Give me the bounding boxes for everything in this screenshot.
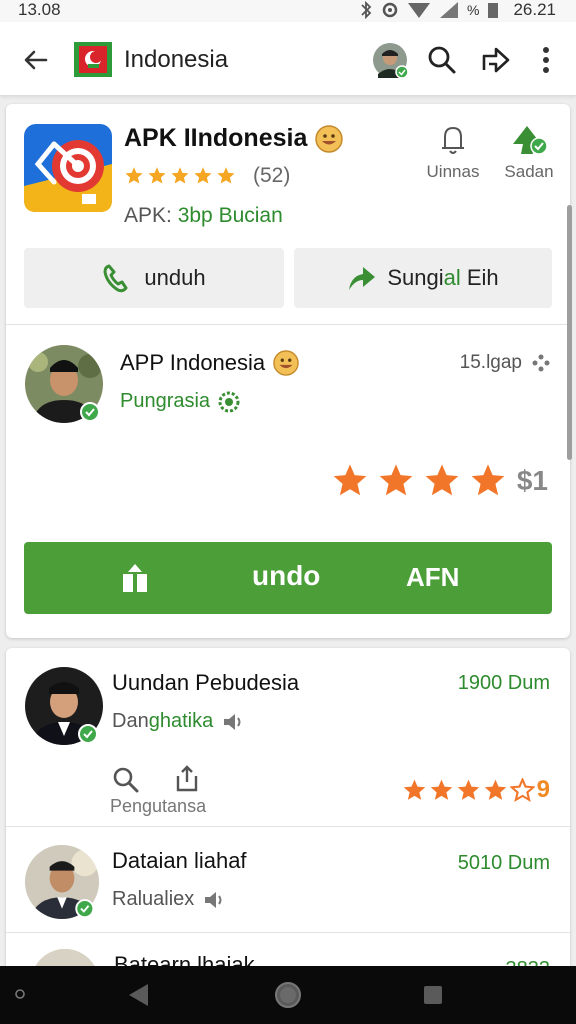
featured-rating: $1 [331, 462, 548, 500]
app-icon[interactable] [24, 124, 112, 212]
apk-info: APK: 3bp Bucian [124, 204, 283, 228]
list-avatar[interactable] [24, 844, 100, 920]
smile-emoji-icon [315, 124, 344, 153]
bell-icon [442, 126, 464, 154]
avatar[interactable] [372, 42, 408, 78]
save-action[interactable]: Sadan [494, 124, 564, 182]
star-icon [425, 464, 459, 496]
rating-count: (52) [253, 164, 291, 187]
app-detail-card: APK IIndonesia (52) APK: 3bp Bucian Uinn… [6, 104, 570, 638]
uninstall-action[interactable]: Uinnas [418, 124, 488, 182]
apk-value: 3bp Bucian [177, 204, 283, 227]
star-icon [217, 167, 235, 184]
featured-avatar[interactable] [24, 344, 104, 424]
battery-percent: % [467, 2, 480, 18]
list-avatar[interactable] [24, 666, 104, 746]
apk-label: APK: [124, 204, 172, 227]
star-icon [148, 167, 166, 184]
back-arrow-icon[interactable] [20, 44, 52, 76]
list-item-action-label: Pengutansa [110, 796, 207, 816]
save-label: Sadan [504, 162, 554, 181]
page-title: Indonesia [124, 46, 229, 73]
star-icon [125, 167, 143, 184]
nav-dot-icon [15, 989, 25, 999]
app-title-text: APK IIndonesia [124, 124, 308, 152]
nav-home-icon[interactable] [274, 980, 302, 1010]
app-rating: (52) [124, 164, 290, 188]
system-nav-bar [0, 966, 576, 1024]
nav-recents-icon[interactable] [422, 984, 444, 1006]
share-up-icon[interactable] [174, 764, 200, 792]
star-icon [471, 464, 505, 496]
star-icon [171, 167, 189, 184]
list-item-rating-label: 9 [536, 776, 550, 803]
nav-back-icon[interactable] [126, 982, 150, 1008]
list-item-sub: Ralualiex [112, 888, 224, 911]
featured-rating-label: $1 [516, 465, 548, 496]
star-icon [430, 779, 452, 800]
star-icon [194, 167, 212, 184]
list-item-name: Uundan Pebudesia [112, 670, 300, 695]
share-app-button[interactable]: Sungial Eih [294, 248, 552, 308]
undo-label: undo [252, 560, 321, 591]
bluetooth-icon [361, 1, 372, 19]
star-icon [457, 779, 479, 800]
list-item-price: 5010 Dum [457, 852, 550, 874]
search-icon[interactable] [426, 44, 458, 76]
wifi-icon [408, 3, 430, 18]
share-icon[interactable] [480, 44, 512, 76]
featured-meta-text: 15.lgap [459, 352, 522, 373]
status-bar: 13.08 % 26.21 [0, 0, 576, 22]
featured-subtitle-text: Pungrasia [120, 390, 211, 412]
featured-meta: 15.lgap [460, 352, 550, 374]
divider [6, 324, 570, 325]
phone-icon [103, 264, 128, 293]
list-item-stars [402, 777, 535, 803]
app-title: APK IIndonesia [124, 124, 344, 153]
divider [6, 932, 570, 933]
download-label: unduh [144, 265, 206, 290]
rating-stars [124, 166, 236, 186]
list-item-sub: Danghatika [112, 710, 243, 733]
star-icon [403, 779, 425, 800]
search-icon[interactable] [112, 766, 140, 794]
undo-button[interactable]: undo AFN [24, 542, 552, 614]
battery-icon [488, 3, 499, 18]
status-time: 13.08 [18, 0, 61, 19]
featured-stars [331, 462, 507, 500]
gear-badge-icon [218, 391, 240, 412]
flag-icon [74, 42, 112, 77]
smile-emoji-icon [273, 350, 299, 376]
star-icon [509, 777, 535, 802]
gift-icon [123, 564, 147, 592]
list-item-rating: 9 [402, 776, 550, 804]
status-icons: % 26.21 [359, 0, 556, 20]
list-item-price: 1900 Dum [457, 672, 550, 694]
download-button[interactable]: unduh [24, 248, 284, 308]
star-icon [379, 464, 413, 496]
uninstall-label: Uinnas [426, 162, 480, 181]
list-item-name: Dataian liahaf [112, 848, 247, 873]
forward-arrow-icon [349, 267, 376, 290]
speaker-icon[interactable] [221, 711, 243, 733]
featured-name: APP Indonesia [120, 350, 266, 375]
star-icon [484, 779, 506, 800]
sync-icon [382, 2, 398, 18]
star-icon [333, 464, 367, 496]
signal-icon [440, 2, 458, 18]
divider [6, 826, 570, 827]
list-card: Uundan Pebudesia Danghatika 1900 Dum Pen… [6, 648, 570, 1018]
speaker-icon[interactable] [202, 889, 224, 911]
app-bar: Indonesia [0, 22, 576, 96]
share-app-label: Sungial Eih [387, 265, 499, 290]
featured-subtitle: Pungrasia [120, 390, 240, 413]
afn-label: AFN [406, 562, 460, 592]
featured-title: APP Indonesia [120, 350, 299, 376]
scrollbar[interactable] [567, 205, 572, 460]
dots-icon[interactable] [532, 354, 550, 372]
club-check-icon [513, 126, 547, 155]
more-vert-icon[interactable] [530, 44, 562, 76]
status-clock: 26.21 [513, 0, 556, 19]
